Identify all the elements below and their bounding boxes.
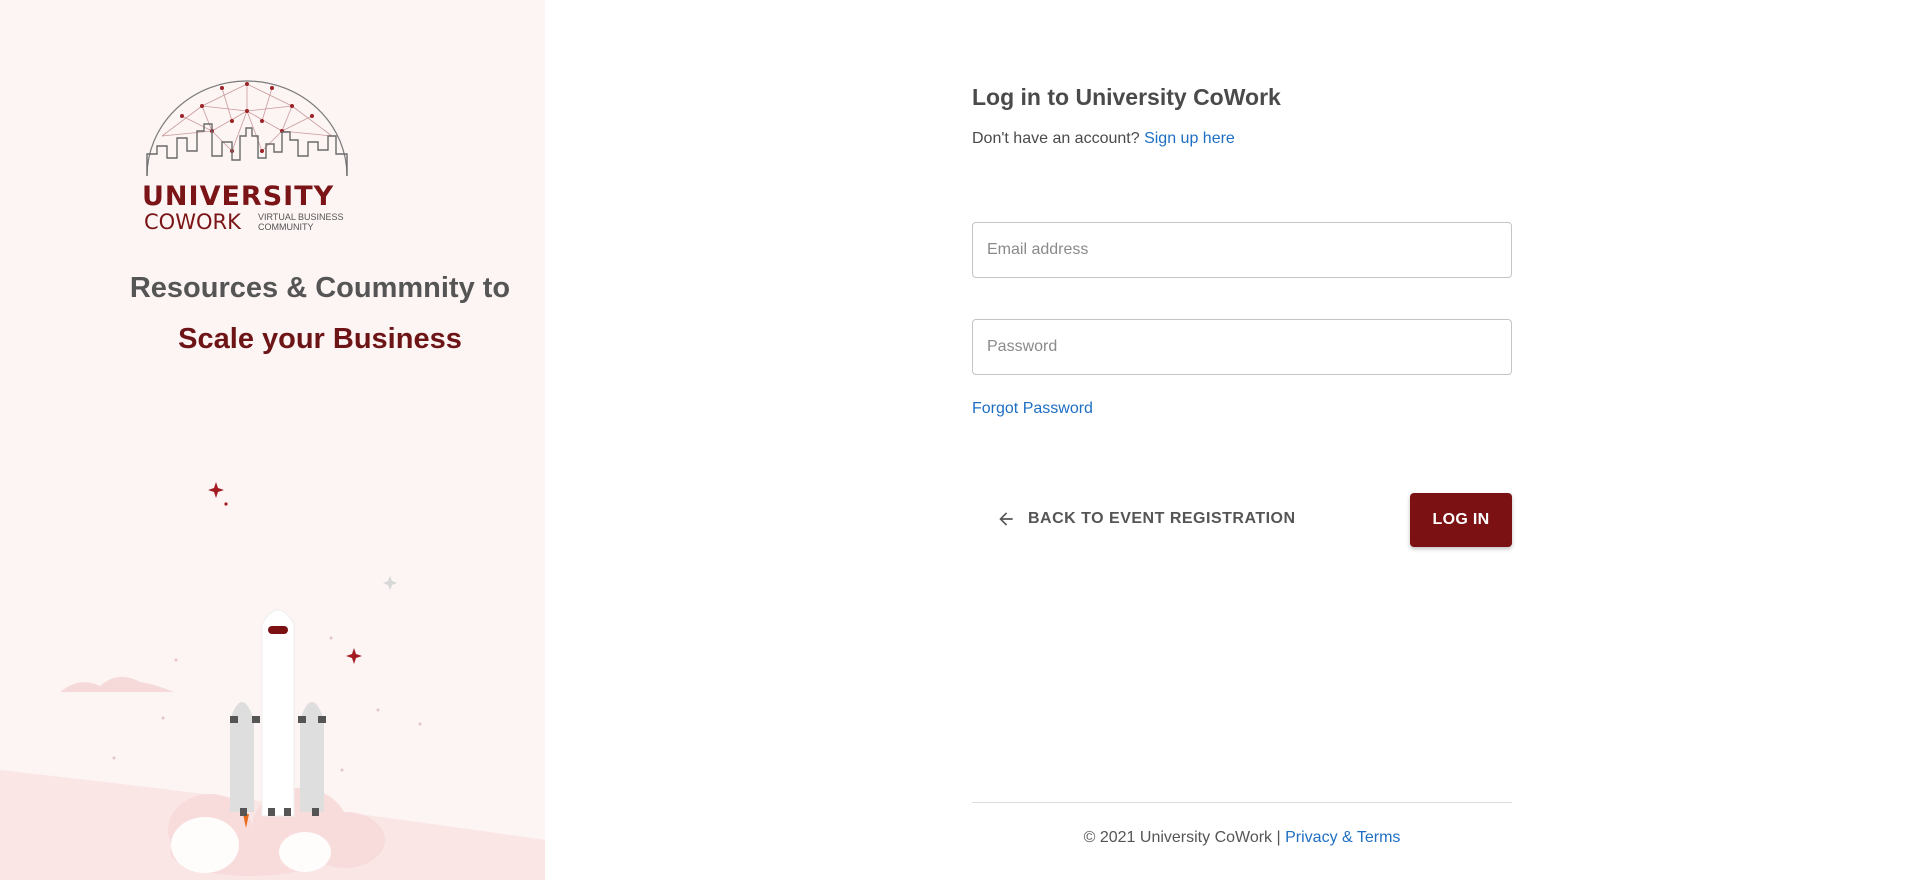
footer: © 2021 University CoWork | Privacy & Ter… [972,829,1512,847]
no-account-text: Don't have an account? [972,130,1140,147]
copyright-text: © 2021 University CoWork | [1083,829,1281,846]
logo-tagline: VIRTUAL BUSINESS COMMUNITY [258,212,344,232]
logo-wordmark-cowork: COWORK [144,210,241,234]
email-field[interactable] [972,222,1512,278]
tagline-line-2: Scale your Business [178,323,462,355]
university-cowork-logo: UNIVERSITY COWORK VIRTUAL BUSINESS COMMU… [142,76,352,236]
privacy-terms-link[interactable]: Privacy & Terms [1285,829,1400,846]
skyline-dome-icon [146,80,348,177]
rocket-launch-illustration [0,482,545,880]
forgot-password-link[interactable]: Forgot Password [972,400,1093,418]
back-button-label: BACK TO EVENT REGISTRATION [1028,510,1296,527]
password-field[interactable] [972,319,1512,375]
tagline-line-1: Resources & Coummnity to [129,272,511,304]
signup-link[interactable]: Sign up here [1144,130,1235,147]
signup-prompt: Don't have an account? Sign up here [972,130,1235,148]
footer-divider [972,802,1512,803]
login-button[interactable]: LOG IN [1410,493,1512,547]
page-title: Log in to University CoWork [972,84,1281,110]
logo-wordmark-university: UNIVERSITY [142,181,335,212]
back-to-event-registration-button[interactable]: BACK TO EVENT REGISTRATION [976,494,1316,544]
arrow-left-icon [999,512,1013,526]
brand-panel: UNIVERSITY COWORK VIRTUAL BUSINESS COMMU… [0,0,545,880]
